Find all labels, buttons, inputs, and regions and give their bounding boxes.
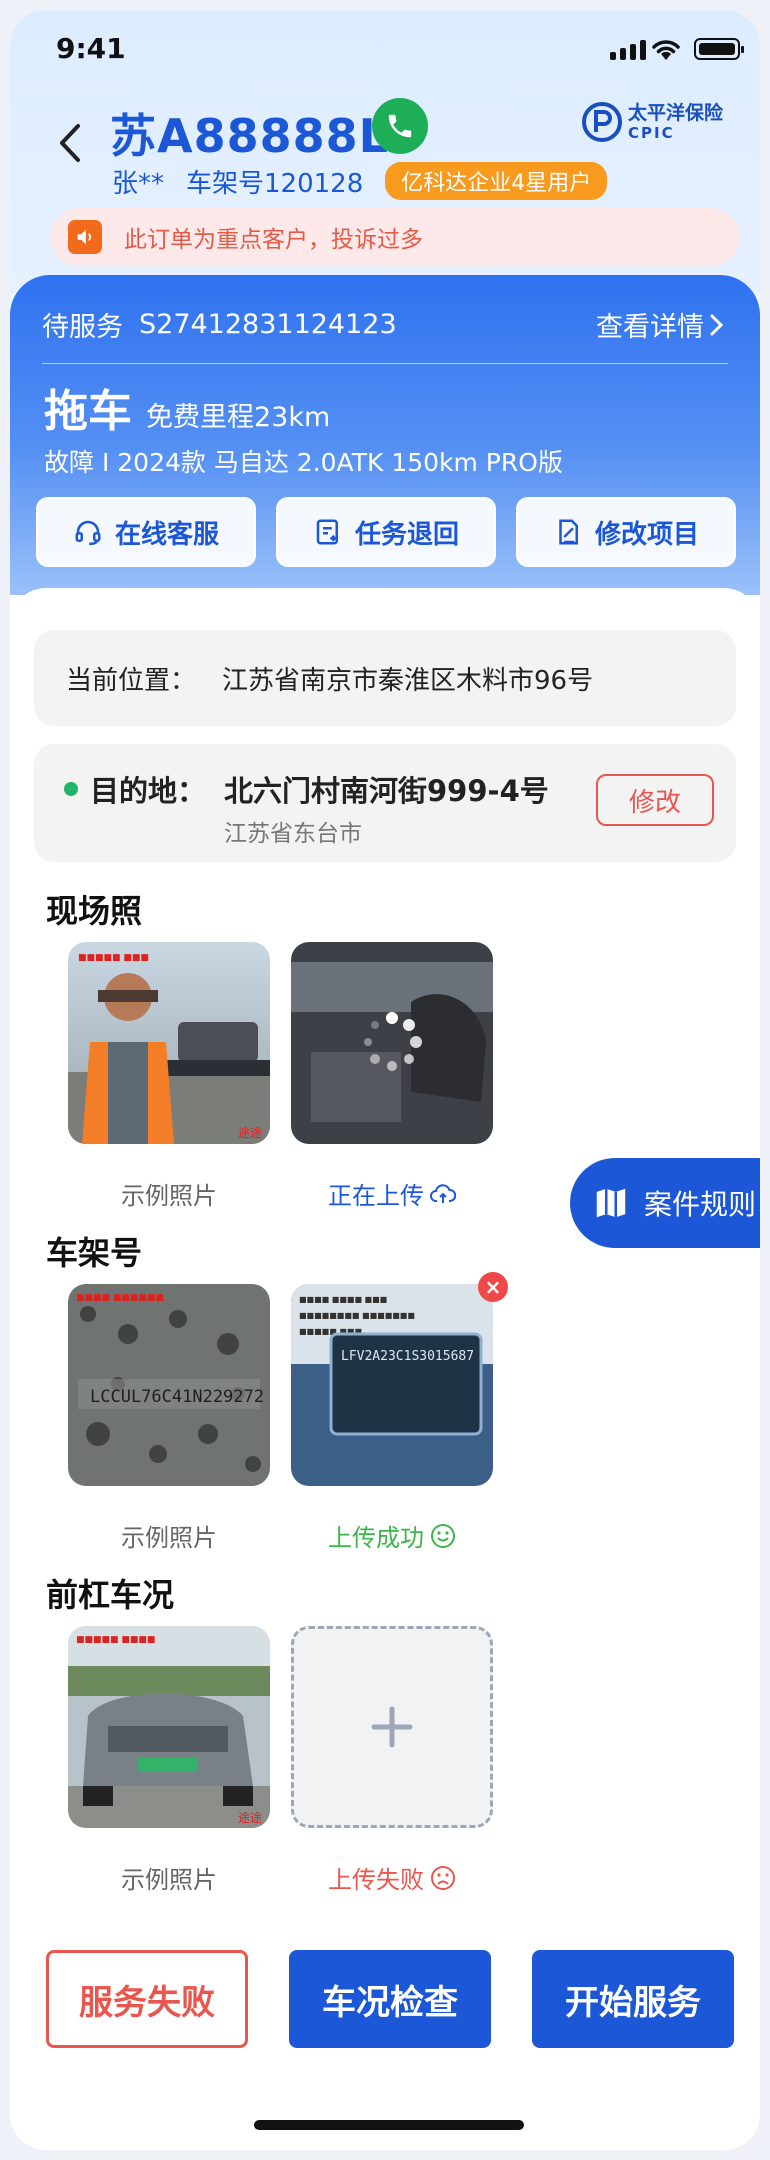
cpic-logo-icon <box>582 102 622 142</box>
front-upload-status: 上传失败 <box>291 1860 493 1895</box>
modify-project-label: 修改项目 <box>594 519 699 550</box>
edit-icon <box>559 519 578 545</box>
scene-sample-photo[interactable]: ■■■■■ ■■■ 途途 <box>68 942 270 1144</box>
vehicle-info: 故障 I 2024款 马自达 2.0ATK 150km PRO版 <box>44 448 563 477</box>
vin-number: 车架号120128 <box>186 168 364 199</box>
battery-icon <box>694 38 744 60</box>
insurer-name-en: CPIC <box>628 123 675 142</box>
case-rules-label: 案件规则 <box>644 1188 757 1221</box>
service-failed-button[interactable]: 服务失败 <box>46 1950 248 2048</box>
call-button[interactable] <box>372 98 428 154</box>
svg-text:■■■■ ■■■■ ■■■: ■■■■ ■■■■ ■■■ <box>299 1295 387 1304</box>
plus-icon <box>371 1706 413 1748</box>
vin-upload-photo[interactable]: ■■■■ ■■■■ ■■■ ■■■■■■■■ ■■■■■■■ ■■■■■ ■■■… <box>291 1284 493 1486</box>
destination-dot-icon <box>64 782 78 796</box>
section-title-vin: 车架号 <box>46 1234 143 1272</box>
destination: 目的地： 北六门村南河街999-4号 江苏省东台市 修改 <box>34 744 736 862</box>
order-number: S27412831124123 <box>139 309 397 340</box>
start-service-button[interactable]: 开始服务 <box>532 1950 734 2048</box>
online-service-label: 在线客服 <box>114 519 219 550</box>
vin-sample-caption: 示例照片 <box>121 1524 217 1552</box>
vin-upload-status: 上传成功 <box>291 1518 493 1553</box>
cloud-upload-icon <box>430 1183 456 1203</box>
svg-text:■■■■■ ■■■: ■■■■■ ■■■ <box>78 953 149 963</box>
insurer-logo: 太平洋保险 CPIC <box>582 102 723 142</box>
owner-name: 张** <box>112 168 165 199</box>
home-indicator <box>254 2120 524 2130</box>
scene-upload-photo[interactable] <box>291 942 493 1144</box>
smile-icon <box>431 1523 455 1548</box>
online-service-button[interactable]: 在线客服 <box>36 497 256 567</box>
insurer-name-cn: 太平洋保险 <box>628 101 724 124</box>
modify-project-button[interactable]: 修改项目 <box>516 497 736 567</box>
task-return-button[interactable]: 任务退回 <box>276 497 496 567</box>
current-location-label: 当前位置： <box>66 665 197 696</box>
license-plate: 苏A88888L <box>110 109 389 163</box>
sad-icon <box>431 1865 455 1890</box>
watermark-text: 途途 <box>238 1125 262 1140</box>
chevron-right-icon <box>710 314 724 335</box>
status-bar: 9:41 <box>10 10 760 90</box>
edit-destination-button[interactable]: 修改 <box>596 774 714 826</box>
svg-text:■■■■■ ■■■■: ■■■■■ ■■■■ <box>76 1635 155 1645</box>
svg-text:■■■■■■■■ ■■■■■■■: ■■■■■■■■ ■■■■■■■ <box>299 1311 415 1320</box>
close-icon: × <box>484 1275 502 1299</box>
alert-text: 此订单为重点客户，投诉过多 <box>124 227 423 253</box>
phone-screen: 9:41 苏A88888L 太平洋保险 CPIC 张** 车架号120128 亿… <box>10 10 760 2150</box>
wifi-icon <box>652 40 680 60</box>
destination-city: 江苏省东台市 <box>224 821 362 847</box>
vin-upload-text: LFV2A23C1S3015687 <box>341 1349 474 1364</box>
order-card: 待服务 S27412831124123 查看详情 拖车 免费里程23km 故障 … <box>10 275 760 595</box>
svg-text:■■■■ ■■■■■■: ■■■■ ■■■■■■ <box>76 1293 164 1303</box>
section-title-scene: 现场照 <box>46 892 143 930</box>
view-details-label: 查看详情 <box>596 312 704 343</box>
watermark-text-front: 途途 <box>238 1810 262 1825</box>
case-rules-button[interactable]: 案件规则 <box>570 1158 760 1248</box>
signal-icon <box>610 40 646 60</box>
scene-upload-status-text: 正在上传 <box>328 1182 424 1210</box>
service-type: 拖车 <box>44 386 132 437</box>
front-upload-status-text: 上传失败 <box>328 1866 424 1894</box>
free-mileage: 免费里程23km <box>146 402 331 433</box>
order-status: 待服务 <box>42 312 123 343</box>
speaker-icon <box>68 220 102 254</box>
section-title-front: 前杠车况 <box>46 1576 175 1614</box>
current-location-address: 江苏省南京市秦淮区木料市96号 <box>222 665 594 696</box>
destination-label: 目的地： <box>90 774 207 808</box>
destination-address: 北六门村南河街999-4号 <box>224 774 549 808</box>
scene-upload-status: 正在上传 <box>291 1176 493 1211</box>
current-location: 当前位置： 江苏省南京市秦淮区木料市96号 <box>34 630 736 726</box>
delete-photo-button[interactable]: × <box>478 1272 508 1302</box>
map-book-icon <box>596 1188 626 1218</box>
user-level-badge: 亿科达企业4星用户 <box>385 162 608 200</box>
front-sample-caption: 示例照片 <box>121 1866 217 1894</box>
front-sample-photo[interactable]: ■■■■■ ■■■■ 途途 <box>68 1626 270 1828</box>
vehicle-check-button[interactable]: 车况检查 <box>289 1950 491 2048</box>
back-arrow-icon[interactable] <box>50 118 90 168</box>
add-photo-button[interactable] <box>291 1626 493 1828</box>
vin-sample-text: LCCUL76C41N229272 <box>90 1387 264 1407</box>
return-icon <box>316 519 338 545</box>
scene-sample-caption: 示例照片 <box>121 1182 217 1210</box>
card-divider <box>42 363 728 364</box>
priority-alert: 此订单为重点客户，投诉过多 <box>50 208 740 266</box>
view-details-link[interactable]: 查看详情 <box>596 305 728 344</box>
status-time: 9:41 <box>56 32 126 65</box>
task-return-label: 任务退回 <box>354 519 459 550</box>
owner-info: 张** 车架号120128 亿科达企业4星用户 <box>112 162 608 200</box>
headset-icon <box>75 520 101 546</box>
vin-upload-status-text: 上传成功 <box>328 1524 424 1552</box>
phone-icon <box>388 114 412 138</box>
vin-sample-photo[interactable]: LCCUL76C41N229272 ■■■■ ■■■■■■ <box>68 1284 270 1486</box>
